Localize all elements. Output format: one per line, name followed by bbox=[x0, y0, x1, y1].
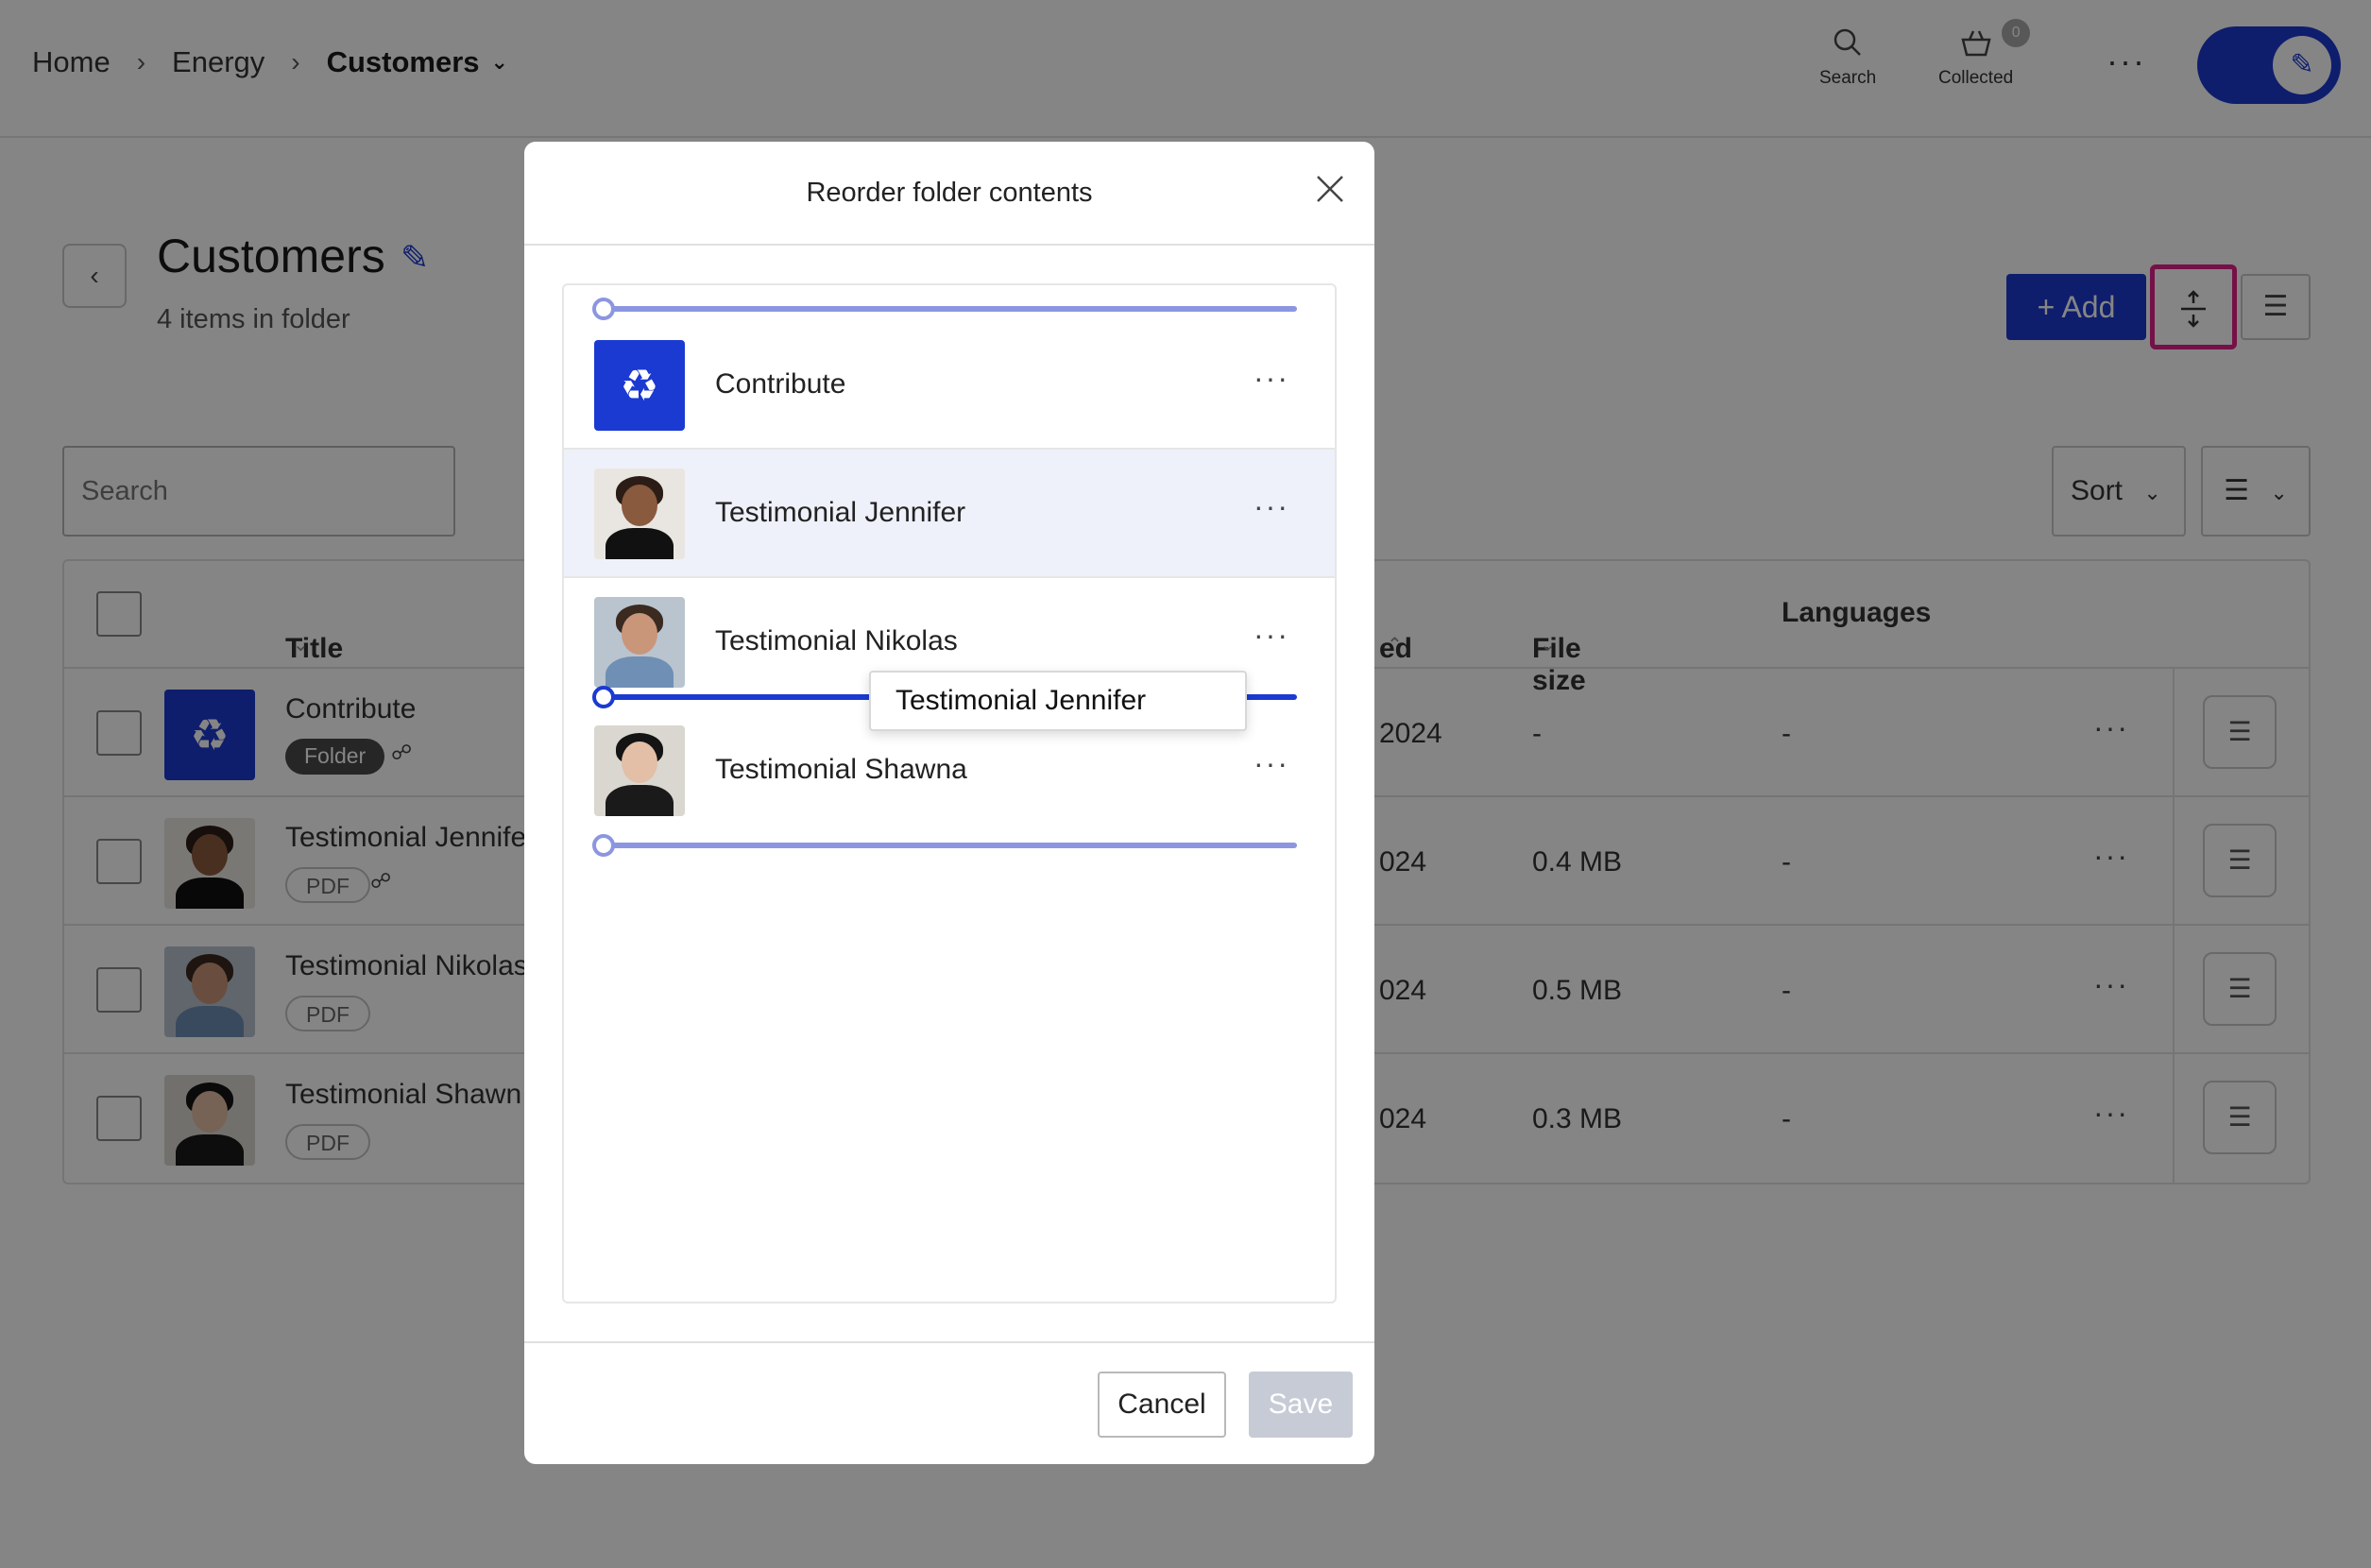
list-item-more-icon[interactable]: ··· bbox=[1254, 361, 1289, 396]
list-item-dragging[interactable]: Testimonial Jennifer ··· bbox=[564, 450, 1335, 578]
drag-preview: Testimonial Jennifer bbox=[869, 671, 1247, 731]
list-item-more-icon[interactable]: ··· bbox=[1254, 746, 1289, 781]
list-item-more-icon[interactable]: ··· bbox=[1254, 618, 1289, 653]
dialog-footer: Cancel Save bbox=[524, 1341, 1374, 1464]
drop-indicator bbox=[598, 306, 1297, 312]
avatar bbox=[594, 597, 685, 688]
dialog-title: Reorder folder contents bbox=[806, 178, 1093, 208]
list-item-label: Testimonial Shawna bbox=[715, 754, 967, 785]
list-item-more-icon[interactable]: ··· bbox=[1254, 489, 1289, 524]
list-item-label: Testimonial Nikolas bbox=[715, 625, 958, 656]
avatar bbox=[594, 725, 685, 816]
active-drop-indicator-dot bbox=[592, 686, 615, 708]
avatar bbox=[594, 469, 685, 559]
reorder-list: ♻ Contribute ··· Testimonial Jennifer ··… bbox=[562, 283, 1337, 1304]
drop-indicator-dot bbox=[592, 834, 615, 857]
list-item[interactable]: ♻ Contribute ··· bbox=[564, 321, 1335, 450]
drop-indicator-dot bbox=[592, 298, 615, 320]
reorder-dialog: Reorder folder contents ♻ Contribute ···… bbox=[524, 142, 1374, 1464]
save-button[interactable]: Save bbox=[1249, 1372, 1353, 1438]
recycle-icon: ♻ bbox=[594, 340, 685, 431]
close-icon[interactable] bbox=[1314, 168, 1346, 215]
dialog-header: Reorder folder contents bbox=[524, 142, 1374, 246]
cancel-button[interactable]: Cancel bbox=[1098, 1372, 1226, 1438]
list-item-label: Contribute bbox=[715, 368, 846, 400]
list-item-label: Testimonial Jennifer bbox=[715, 497, 966, 528]
drop-indicator bbox=[598, 843, 1297, 848]
